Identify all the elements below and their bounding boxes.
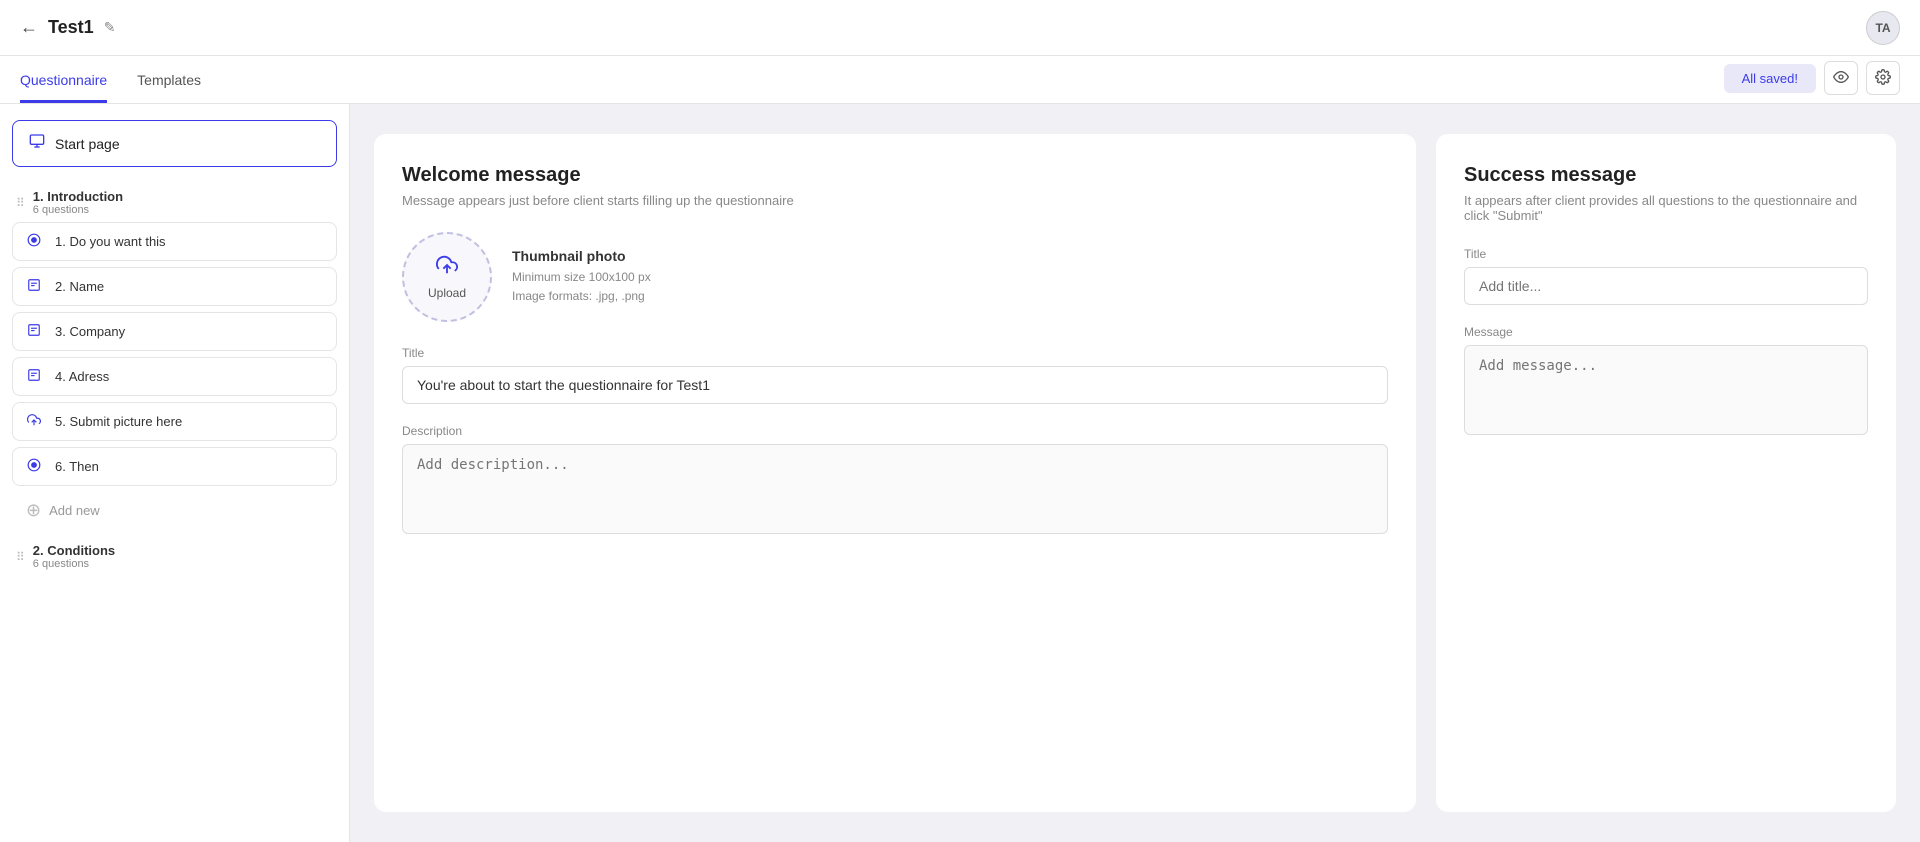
gear-icon [1875, 69, 1891, 88]
section-introduction: ⠿ 1. Introduction 6 questions 1. Do you … [12, 183, 337, 529]
thumbnail-formats: Image formats: .jpg, .png [512, 287, 651, 306]
title-label: Title [402, 346, 1388, 360]
section-introduction-title: 1. Introduction [33, 189, 123, 204]
all-saved-button[interactable]: All saved! [1724, 64, 1816, 93]
sidebar: Start page ⠿ 1. Introduction 6 questions [0, 104, 350, 842]
title-field-group: Title [402, 346, 1388, 404]
tab-templates[interactable]: Templates [137, 72, 201, 103]
monitor-icon [29, 133, 45, 154]
back-button[interactable]: ← [20, 17, 38, 38]
success-message-textarea[interactable] [1464, 345, 1868, 435]
welcome-panel: Welcome message Message appears just bef… [374, 134, 1416, 812]
section-conditions: ⠿ 2. Conditions 6 questions [12, 537, 337, 576]
upload-label: Upload [428, 286, 466, 300]
radio-icon [27, 458, 45, 475]
success-message-label: Message [1464, 325, 1868, 339]
drag-handle-conditions[interactable]: ⠿ [16, 550, 25, 564]
question-label: 3. Company [55, 324, 125, 339]
section-conditions-count: 6 questions [33, 558, 115, 570]
list-item[interactable]: 4. Adress [12, 357, 337, 396]
text-icon [27, 278, 45, 295]
nav-tabs: Questionnaire Templates All saved! [0, 56, 1920, 104]
list-item[interactable]: 3. Company [12, 312, 337, 351]
nav-actions: All saved! [1724, 61, 1900, 103]
success-message-field-group: Message [1464, 325, 1868, 438]
success-title: Success message [1464, 164, 1868, 187]
start-page-card[interactable]: Start page [12, 120, 337, 167]
upload-arrow-icon [436, 254, 458, 282]
section-introduction-header: ⠿ 1. Introduction 6 questions [12, 183, 337, 222]
upload-area: Upload Thumbnail photo Minimum size 100x… [402, 232, 1388, 322]
upload-icon [27, 413, 45, 430]
topbar: ← Test1 ✎ TA [0, 0, 1920, 56]
thumbnail-min-size: Minimum size 100x100 px [512, 268, 651, 287]
content-area: Welcome message Message appears just bef… [350, 104, 1920, 842]
success-panel: Success message It appears after client … [1436, 134, 1896, 812]
list-item[interactable]: 1. Do you want this [12, 222, 337, 261]
list-item[interactable]: 5. Submit picture here [12, 402, 337, 441]
question-list-introduction: 1. Do you want this 2. Name [12, 222, 337, 486]
add-new-label: Add new [49, 503, 100, 518]
page-title: Test1 [48, 17, 94, 38]
question-label: 5. Submit picture here [55, 414, 182, 429]
title-input[interactable] [402, 366, 1388, 404]
avatar: TA [1866, 11, 1900, 45]
tab-questionnaire[interactable]: Questionnaire [20, 72, 107, 103]
main-layout: Start page ⠿ 1. Introduction 6 questions [0, 104, 1920, 842]
topbar-left: ← Test1 ✎ [20, 17, 115, 38]
success-title-label: Title [1464, 247, 1868, 261]
thumbnail-title: Thumbnail photo [512, 248, 651, 264]
description-textarea[interactable] [402, 444, 1388, 534]
plus-circle-icon: ⊕ [26, 500, 41, 521]
edit-icon: ✎ [104, 19, 116, 36]
section-introduction-count: 6 questions [33, 204, 123, 216]
text-icon [27, 368, 45, 385]
description-field-group: Description [402, 424, 1388, 537]
question-label: 1. Do you want this [55, 234, 166, 249]
section-conditions-title: 2. Conditions [33, 543, 115, 558]
upload-info: Thumbnail photo Minimum size 100x100 px … [512, 248, 651, 306]
eye-icon [1833, 69, 1849, 88]
welcome-subtitle: Message appears just before client start… [402, 193, 1388, 208]
question-label: 6. Then [55, 459, 99, 474]
preview-button[interactable] [1824, 61, 1858, 95]
text-icon [27, 323, 45, 340]
start-page-label: Start page [55, 136, 120, 152]
drag-handle-introduction[interactable]: ⠿ [16, 196, 25, 210]
list-item[interactable]: 2. Name [12, 267, 337, 306]
topbar-right: TA [1866, 11, 1900, 45]
list-item[interactable]: 6. Then [12, 447, 337, 486]
success-title-field-group: Title [1464, 247, 1868, 305]
question-label: 4. Adress [55, 369, 109, 384]
radio-icon [27, 233, 45, 250]
success-title-input[interactable] [1464, 267, 1868, 305]
success-subtitle: It appears after client provides all que… [1464, 193, 1868, 223]
description-label: Description [402, 424, 1388, 438]
welcome-title: Welcome message [402, 164, 1388, 187]
settings-button[interactable] [1866, 61, 1900, 95]
question-label: 2. Name [55, 279, 104, 294]
back-icon: ← [20, 17, 38, 38]
edit-title-button[interactable]: ✎ [104, 19, 116, 36]
upload-button[interactable]: Upload [402, 232, 492, 322]
section-conditions-header: ⠿ 2. Conditions 6 questions [12, 537, 337, 576]
add-new-button[interactable]: ⊕ Add new [12, 492, 337, 529]
